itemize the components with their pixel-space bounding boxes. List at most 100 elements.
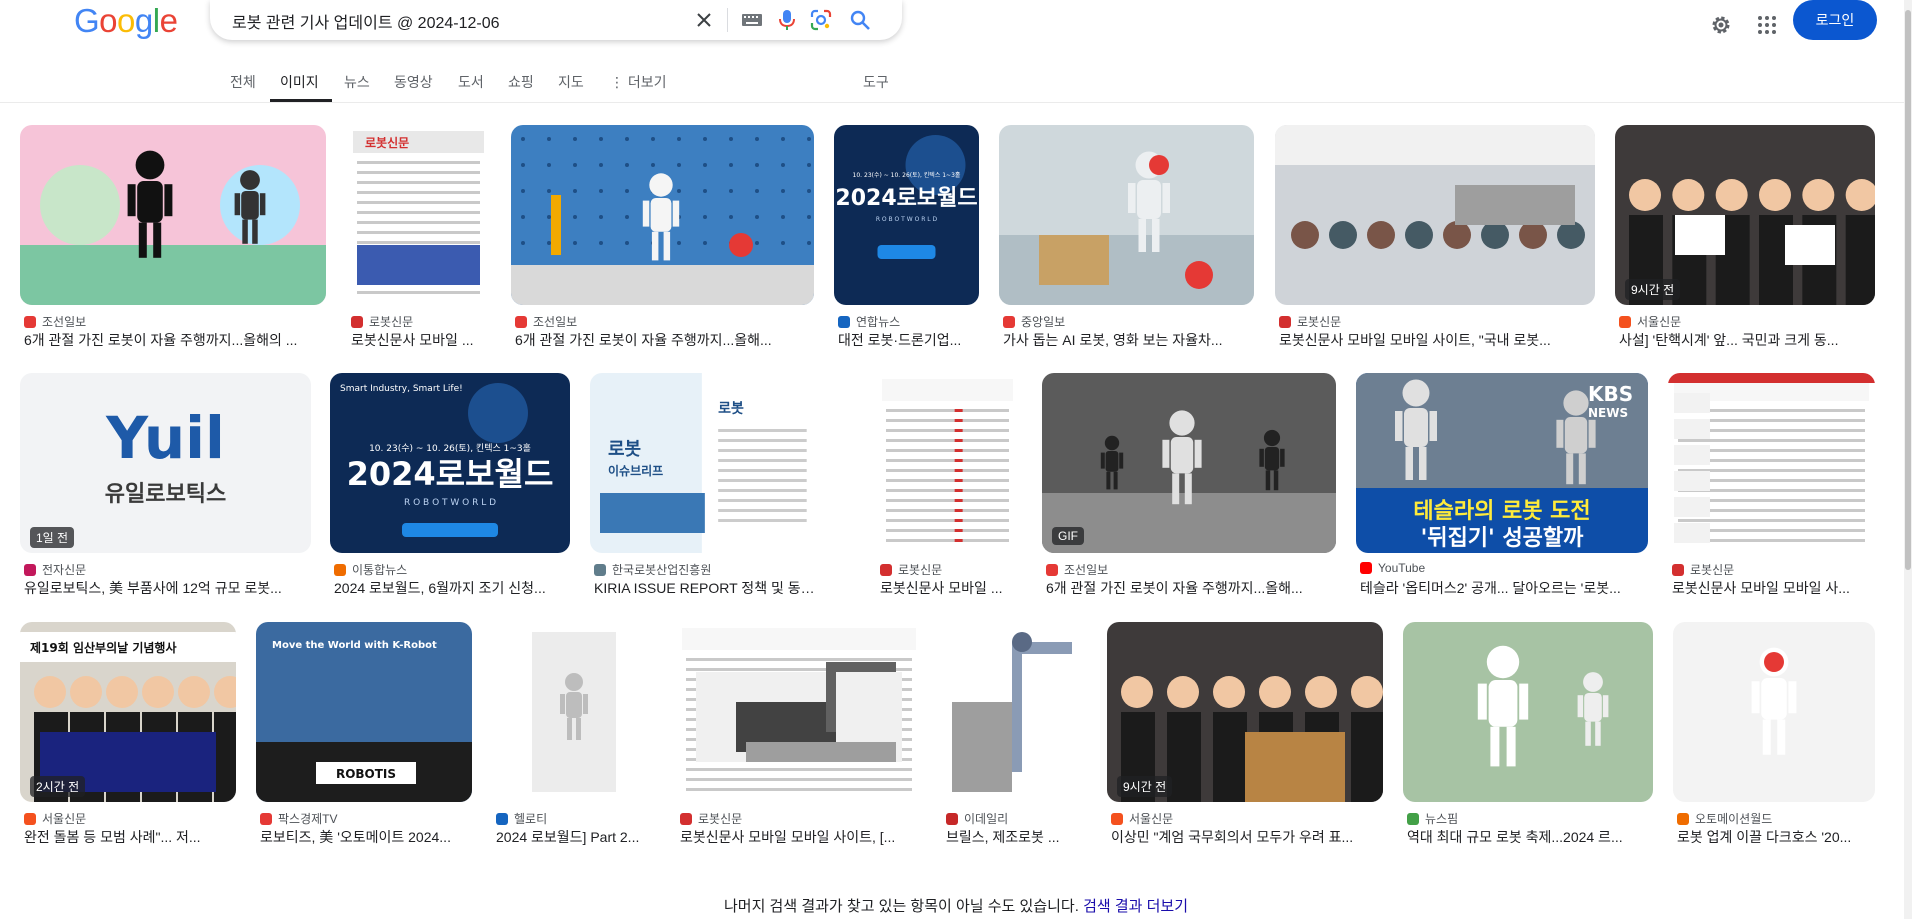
result-title[interactable]: 로봇신문사 모바일 모바일 사이트, "국내 로봇...: [1279, 330, 1595, 350]
tab-tools[interactable]: 도구: [863, 72, 889, 92]
result-source[interactable]: 이데일리: [946, 810, 1008, 827]
result-title[interactable]: 2024 로보월드] Part 2...: [496, 827, 656, 847]
result-title[interactable]: 2024 로보월드, 6월까지 조기 신청...: [334, 578, 570, 598]
result-source[interactable]: 조선일보: [1046, 561, 1108, 578]
search-input[interactable]: 로봇 관련 기사 업데이트 @ 2024-12-06: [232, 9, 500, 33]
image-result-card[interactable]: GIF 조선일보 6개 관절 가진 로봇이 자율 주행까지...올해...: [1042, 373, 1336, 599]
more-results-link[interactable]: 검색 결과 더보기: [1083, 898, 1188, 915]
image-result-card[interactable]: 로봇신문 로봇신문 로봇신문사 모바일 ...: [347, 125, 490, 351]
result-source[interactable]: 로봇신문: [1672, 561, 1734, 578]
result-source[interactable]: 로봇신문: [1279, 313, 1341, 330]
result-title[interactable]: 브릴스, 제조로봇 ...: [946, 827, 1087, 847]
tab-news[interactable]: 뉴스: [344, 72, 370, 92]
image-result-card[interactable]: KBS NEWS 테슬라의 로봇 도전 '뒤집기' 성공할까 YouTube 테슬라 '옵…: [1356, 373, 1648, 599]
result-thumbnail[interactable]: 로봇신문: [347, 125, 490, 305]
result-title[interactable]: 유일로보틱스, 美 부품사에 12억 규모 로봇...: [24, 578, 311, 598]
result-source[interactable]: 로봇신문: [880, 561, 942, 578]
image-result-card[interactable]: 오토메이션월드 로봇 업계 이끌 다크호스 '20...: [1673, 622, 1875, 848]
image-result-card[interactable]: 9시간 전 서울신문 사설] '탄핵시계' 앞... 국민과 크게 동...: [1615, 125, 1875, 351]
result-title[interactable]: 로봇신문사 모바일 모바일 사이트, [...: [680, 827, 922, 847]
image-result-card[interactable]: 조선일보 6개 관절 가진 로봇이 자율 주행까지...올해...: [511, 125, 814, 351]
result-title[interactable]: 이상민 "계엄 국무회의서 모두가 우려 표...: [1111, 827, 1383, 847]
result-title[interactable]: 6개 관절 가진 로봇이 자율 주행까지...올해의 ...: [24, 330, 326, 350]
search-icon[interactable]: [846, 6, 874, 34]
result-thumbnail[interactable]: Move the World with K-Robot ROBOTIS: [256, 622, 472, 802]
result-thumbnail[interactable]: [1042, 373, 1336, 553]
result-thumbnail[interactable]: [20, 125, 326, 305]
result-title[interactable]: 대전 로봇·드론기업...: [838, 330, 979, 350]
tab-maps[interactable]: 지도: [558, 72, 584, 92]
result-thumbnail[interactable]: 로봇 이슈브리프 로봇: [590, 373, 823, 553]
result-thumbnail[interactable]: [1403, 622, 1653, 802]
result-source[interactable]: 오토메이션월드: [1677, 810, 1772, 827]
image-result-card[interactable]: 조선일보 6개 관절 가진 로봇이 자율 주행까지...올해의 ...: [20, 125, 326, 351]
clear-icon[interactable]: [690, 6, 718, 34]
result-thumbnail[interactable]: [492, 622, 656, 802]
microphone-icon[interactable]: [773, 6, 801, 34]
result-source[interactable]: 로봇신문: [680, 810, 742, 827]
result-title[interactable]: 6개 관절 가진 로봇이 자율 주행까지...올해...: [1046, 578, 1336, 598]
result-thumbnail[interactable]: [942, 622, 1087, 802]
result-source[interactable]: 서울신문: [1111, 810, 1173, 827]
apps-grid-icon[interactable]: [1749, 7, 1785, 43]
result-title[interactable]: 로봇신문사 모바일 ...: [351, 330, 490, 350]
result-title[interactable]: 테슬라 '옵티머스2' 공개... 달아오르는 '로봇...: [1360, 578, 1648, 598]
search-box[interactable]: 로봇 관련 기사 업데이트 @ 2024-12-06: [210, 0, 902, 40]
image-result-card[interactable]: 로봇신문 로봇신문사 모바일 모바일 사이트, "국내 로봇...: [1275, 125, 1595, 351]
image-result-card[interactable]: 뉴스핌 역대 최대 규모 로봇 축제...2024 르...: [1403, 622, 1653, 848]
result-title[interactable]: KIRIA ISSUE REPORT 정책 및 동향...: [594, 578, 823, 598]
lens-icon[interactable]: [807, 6, 835, 34]
google-logo[interactable]: Google: [74, 2, 178, 40]
result-source[interactable]: 이통합뉴스: [334, 561, 407, 578]
image-result-card[interactable]: 9시간 전 서울신문 이상민 "계엄 국무회의서 모두가 우려 표...: [1107, 622, 1383, 848]
gear-icon[interactable]: [1703, 7, 1739, 43]
result-thumbnail[interactable]: 10. 23(수) ~ 10. 26(토), 킨텍스 1~3홀 2024로보월드 R…: [834, 125, 979, 305]
result-source[interactable]: 서울신문: [24, 810, 86, 827]
tab-more[interactable]: ⋮ 더보기: [610, 72, 667, 92]
result-title[interactable]: 역대 최대 규모 로봇 축제...2024 르...: [1407, 827, 1653, 847]
tab-shopping[interactable]: 쇼핑: [508, 72, 534, 92]
image-result-card[interactable]: 로봇신문 로봇신문사 모바일 모바일 사...: [1668, 373, 1875, 599]
result-thumbnail[interactable]: KBS NEWS 테슬라의 로봇 도전 '뒤집기' 성공할까: [1356, 373, 1648, 553]
result-source[interactable]: 한국로봇산업진흥원: [594, 561, 711, 578]
result-thumbnail[interactable]: Yuil 유일로보틱스: [20, 373, 311, 553]
result-title[interactable]: 로봇신문사 모바일 모바일 사...: [1672, 578, 1875, 598]
result-source[interactable]: 헬로티: [496, 810, 547, 827]
result-title[interactable]: 6개 관절 가진 로봇이 자율 주행까지...올해...: [515, 330, 814, 350]
result-thumbnail[interactable]: [511, 125, 814, 305]
image-result-card[interactable]: Smart Industry, Smart Life! 10. 23(수) ~ 1…: [330, 373, 570, 599]
login-button[interactable]: 로그인: [1793, 0, 1877, 40]
result-thumbnail[interactable]: Smart Industry, Smart Life! 10. 23(수) ~ 1…: [330, 373, 570, 553]
scrollbar-thumb[interactable]: [1905, 10, 1911, 570]
image-result-card[interactable]: 헬로티 2024 로보월드] Part 2...: [492, 622, 656, 848]
image-result-card[interactable]: Move the World with K-Robot ROBOTIS 팍스경제TV…: [256, 622, 472, 848]
result-title[interactable]: 가사 돕는 AI 로봇, 영화 보는 자율차...: [1003, 330, 1254, 350]
result-source[interactable]: 중앙일보: [1003, 313, 1065, 330]
result-source[interactable]: 전자신문: [24, 561, 86, 578]
result-source[interactable]: 팍스경제TV: [260, 810, 338, 827]
result-thumbnail[interactable]: [1615, 125, 1875, 305]
image-result-card[interactable]: 제19회 임산부의날 기념행사 2시간 전 서울신문 완전 돌봄 등 모범 사례"..…: [20, 622, 236, 848]
result-thumbnail[interactable]: [1275, 125, 1595, 305]
tab-books[interactable]: 도서: [458, 72, 484, 92]
result-title[interactable]: 완전 돌봄 등 모범 사례"... 저...: [24, 827, 236, 847]
result-source[interactable]: 로봇신문: [351, 313, 413, 330]
tab-all[interactable]: 전체: [230, 72, 256, 92]
tab-images[interactable]: 이미지: [280, 72, 319, 92]
result-source[interactable]: YouTube: [1360, 561, 1425, 575]
result-title[interactable]: 로봇 업계 이끌 다크호스 '20...: [1677, 827, 1875, 847]
image-result-card[interactable]: 10. 23(수) ~ 10. 26(토), 킨텍스 1~3홀 2024로보월드 R…: [834, 125, 979, 351]
image-result-card[interactable]: 중앙일보 가사 돕는 AI 로봇, 영화 보는 자율차...: [999, 125, 1254, 351]
result-source[interactable]: 조선일보: [515, 313, 577, 330]
result-title[interactable]: 로보티즈, 美 '오토메이트 2024...: [260, 827, 472, 847]
result-thumbnail[interactable]: [876, 373, 1019, 553]
result-source[interactable]: 서울신문: [1619, 313, 1681, 330]
result-thumbnail[interactable]: [1673, 622, 1875, 802]
tab-videos[interactable]: 동영상: [394, 72, 433, 92]
result-title[interactable]: 사설] '탄핵시계' 앞... 국민과 크게 동...: [1619, 330, 1875, 350]
result-thumbnail[interactable]: [1107, 622, 1383, 802]
image-result-card[interactable]: 이데일리 브릴스, 제조로봇 ...: [942, 622, 1087, 848]
image-result-card[interactable]: 로봇 이슈브리프 로봇한국로봇산업진흥원 KIRIA ISSUE REPORT 정책 …: [590, 373, 823, 599]
result-title[interactable]: 로봇신문사 모바일 ...: [880, 578, 1019, 598]
result-thumbnail[interactable]: 제19회 임산부의날 기념행사: [20, 622, 236, 802]
